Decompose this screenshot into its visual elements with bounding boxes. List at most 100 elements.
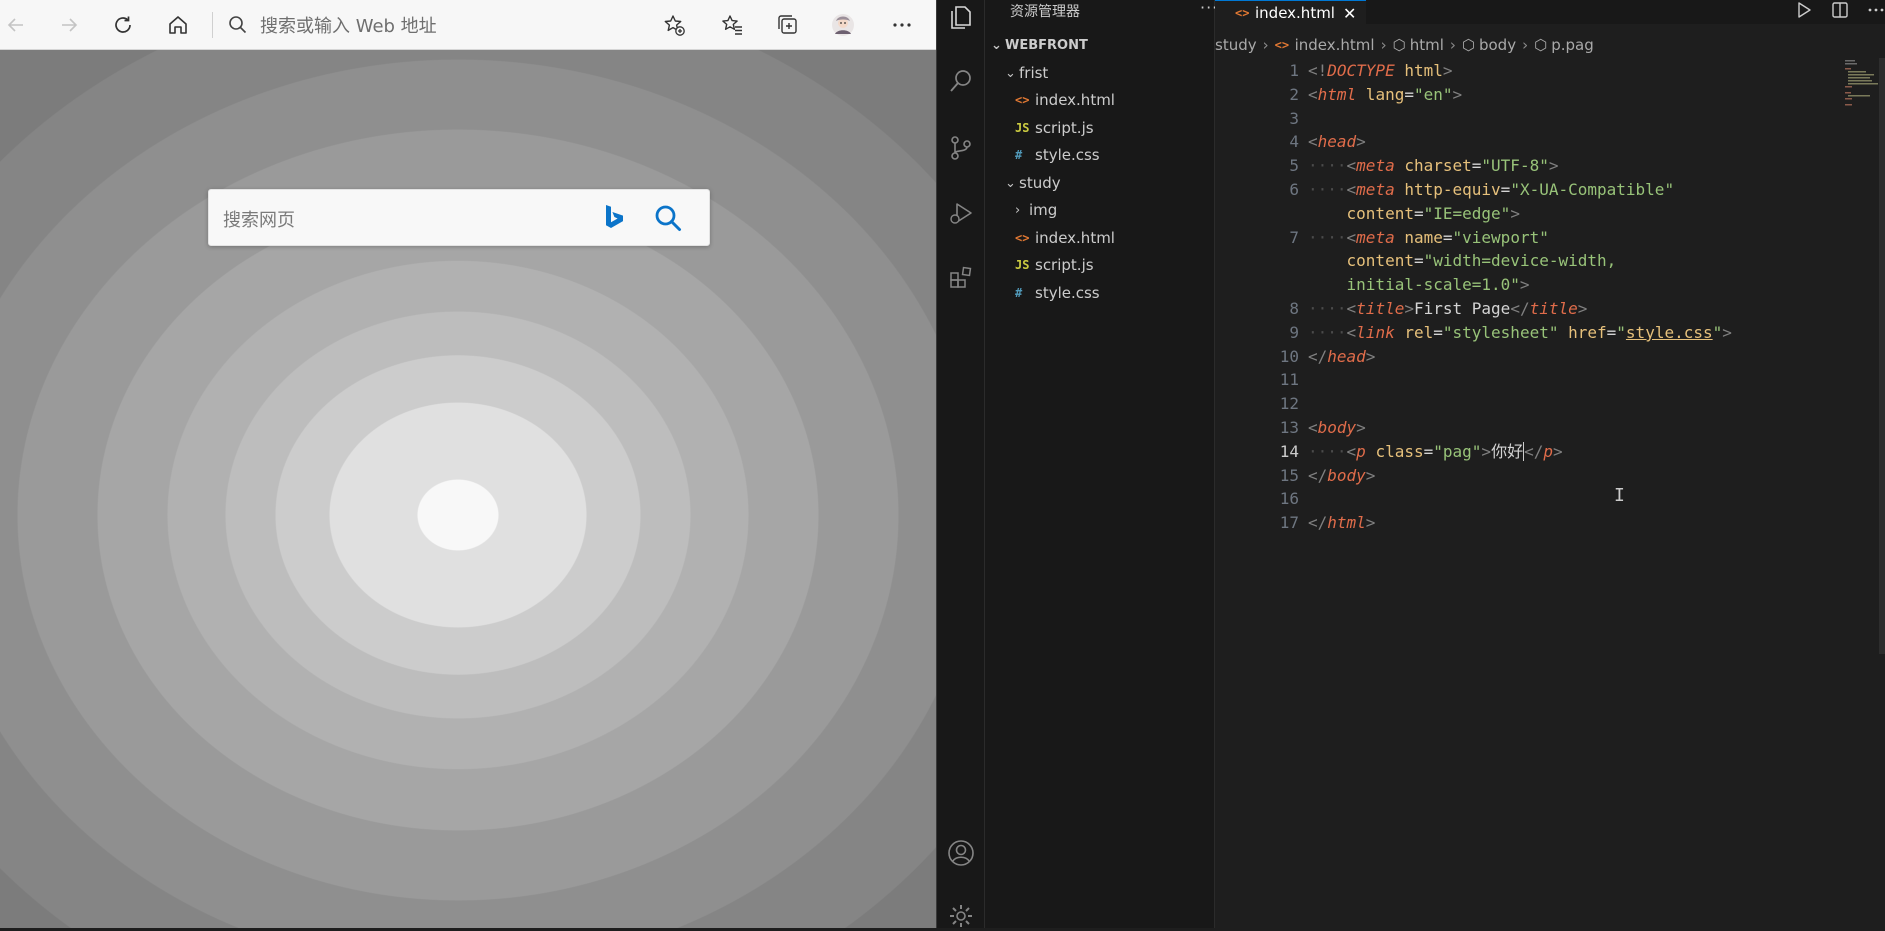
- browser-toolbar: 搜索或输入 Web 地址: [0, 0, 937, 50]
- tree-file-index-html[interactable]: <> index.html: [1015, 226, 1115, 250]
- run-icon[interactable]: [1795, 1, 1813, 19]
- code-line[interactable]: 16: [1215, 487, 1845, 511]
- html-file-icon: <>: [1235, 6, 1250, 20]
- run-debug-icon[interactable]: [946, 198, 976, 228]
- line-number: 9: [1289, 322, 1299, 342]
- line-number: 15: [1279, 465, 1299, 485]
- explorer-icon[interactable]: [946, 2, 976, 32]
- line-number: 7: [1289, 227, 1299, 247]
- extensions-icon[interactable]: [946, 263, 976, 293]
- account-icon[interactable]: [946, 838, 976, 868]
- chevron-right-icon: ›: [1522, 36, 1529, 54]
- more-icon[interactable]: [886, 9, 918, 41]
- text-cursor-icon: I: [1614, 485, 1625, 506]
- close-icon[interactable]: ✕: [1343, 4, 1356, 23]
- minimap[interactable]: [1843, 58, 1883, 108]
- home-icon[interactable]: [162, 9, 194, 41]
- code-editor[interactable]: 1 <!DOCTYPE html> 2 <html lang="en"> 3 4 <h…: [1215, 59, 1845, 535]
- code-line[interactable]: 4 <head>: [1215, 130, 1845, 154]
- code-line[interactable]: 7 ····<meta name="viewport": [1215, 226, 1845, 250]
- line-number: 3: [1289, 108, 1299, 128]
- code-line[interactable]: 5 ····<meta charset="UTF-8">: [1215, 154, 1845, 178]
- chevron-right-icon: ›: [1449, 36, 1456, 54]
- line-number: 11: [1279, 370, 1299, 390]
- chevron-down-icon: ⌄: [1005, 65, 1016, 81]
- chevron-right-icon: ›: [1380, 36, 1387, 54]
- code-line[interactable]: 10 </head>: [1215, 345, 1845, 369]
- code-line[interactable]: content="IE=edge">: [1215, 202, 1845, 226]
- code-line[interactable]: 2 <html lang="en">: [1215, 83, 1845, 107]
- tree-item-label: style.css: [1035, 146, 1100, 164]
- refresh-icon[interactable]: [107, 9, 139, 41]
- code-line-current[interactable]: 14 ····<p class="pag">你好</p>: [1215, 440, 1845, 464]
- line-number: 1: [1289, 61, 1299, 80]
- code-line[interactable]: 17 </html>: [1215, 511, 1845, 535]
- editor-actions: [1795, 0, 1885, 20]
- code-line[interactable]: 11: [1215, 368, 1845, 392]
- tree-item-label: script.js: [1035, 119, 1094, 137]
- code-line[interactable]: 9 ····<link rel="stylesheet" href="style.…: [1215, 321, 1845, 345]
- bing-logo-icon[interactable]: [604, 204, 626, 232]
- code-line[interactable]: initial-scale=1.0">: [1215, 273, 1845, 297]
- css-file-icon: #: [1015, 148, 1023, 162]
- star-add-icon[interactable]: [658, 9, 690, 41]
- gear-icon[interactable]: [946, 901, 976, 931]
- favorites-icon[interactable]: [716, 9, 748, 41]
- tree-root[interactable]: ⌄ WEBFRONT: [991, 33, 1088, 57]
- html-file-icon: <>: [1015, 93, 1030, 107]
- tree-file-style-css[interactable]: # style.css: [1015, 143, 1100, 167]
- avatar[interactable]: [827, 9, 859, 41]
- vscode-window: 资源管理器 ··· ⌄ WEBFRONT ⌄ frist <> index.ht…: [937, 0, 1885, 928]
- code-line[interactable]: content="width=device-width,: [1215, 249, 1845, 273]
- tree-folder-img[interactable]: › img: [1015, 198, 1057, 222]
- code-line[interactable]: 6 ····<meta http-equiv="X-UA-Compatible": [1215, 178, 1845, 202]
- breadcrumb-item[interactable]: html: [1410, 36, 1444, 54]
- code-line[interactable]: 1 <!DOCTYPE html>: [1215, 59, 1845, 83]
- code-line[interactable]: 12: [1215, 392, 1845, 416]
- source-control-icon[interactable]: [946, 133, 976, 163]
- editor-area: <> index.html ✕ study › <> index.html › …: [1215, 0, 1885, 928]
- tree-file-index-html[interactable]: <> index.html: [1015, 88, 1115, 112]
- element-icon: ⬡: [1461, 36, 1475, 54]
- breadcrumb-item[interactable]: body: [1479, 36, 1516, 54]
- split-editor-icon[interactable]: [1831, 1, 1849, 19]
- forward-arrow-icon[interactable]: [53, 9, 85, 41]
- tree-folder-frist[interactable]: ⌄ frist: [1005, 61, 1048, 85]
- line-number: 8: [1289, 298, 1299, 318]
- toolbar-separator: [212, 12, 213, 38]
- tree-file-script-js[interactable]: JS script.js: [1015, 253, 1094, 277]
- tree-folder-study[interactable]: ⌄ study: [1005, 171, 1061, 195]
- search-icon[interactable]: [653, 203, 683, 233]
- line-number: 6: [1289, 179, 1299, 199]
- web-search-placeholder: 搜索网页: [223, 210, 295, 231]
- tree-file-style-css[interactable]: # style.css: [1015, 281, 1100, 305]
- line-number: 17: [1279, 513, 1299, 533]
- tree-item-label: index.html: [1035, 229, 1115, 247]
- tree-item-label: script.js: [1035, 256, 1094, 274]
- code-line[interactable]: 8 ····<title>First Page</title>: [1215, 297, 1845, 321]
- web-search-box[interactable]: 搜索网页: [208, 189, 710, 246]
- line-number: 2: [1289, 84, 1299, 104]
- code-line[interactable]: 3: [1215, 107, 1845, 131]
- line-number: 13: [1279, 417, 1299, 437]
- chevron-right-icon: ›: [1262, 36, 1269, 54]
- address-placeholder: 搜索或输入 Web 地址: [260, 16, 437, 37]
- tree-file-script-js[interactable]: JS script.js: [1015, 116, 1094, 140]
- tab-index-html[interactable]: <> index.html ✕: [1215, 0, 1367, 25]
- line-number: 5: [1289, 156, 1299, 176]
- line-number: 14: [1279, 441, 1299, 461]
- breadcrumb-item[interactable]: index.html: [1295, 36, 1375, 54]
- breadcrumb-item[interactable]: study: [1215, 36, 1257, 54]
- browser-window: 搜索或输入 Web 地址 搜索网页: [0, 0, 937, 928]
- back-arrow-icon[interactable]: [0, 9, 32, 41]
- more-icon[interactable]: [1867, 1, 1885, 19]
- code-line[interactable]: 13 <body>: [1215, 416, 1845, 440]
- breadcrumb-item[interactable]: p.pag: [1551, 36, 1594, 54]
- address-bar[interactable]: 搜索或输入 Web 地址: [218, 7, 688, 43]
- scrollbar[interactable]: [1879, 58, 1885, 654]
- explorer-sidebar: 资源管理器 ··· ⌄ WEBFRONT ⌄ frist <> index.ht…: [985, 0, 1217, 928]
- line-number: 12: [1279, 394, 1299, 414]
- search-icon[interactable]: [946, 66, 976, 96]
- collections-icon[interactable]: [772, 9, 804, 41]
- code-line[interactable]: 15 </body>: [1215, 464, 1845, 488]
